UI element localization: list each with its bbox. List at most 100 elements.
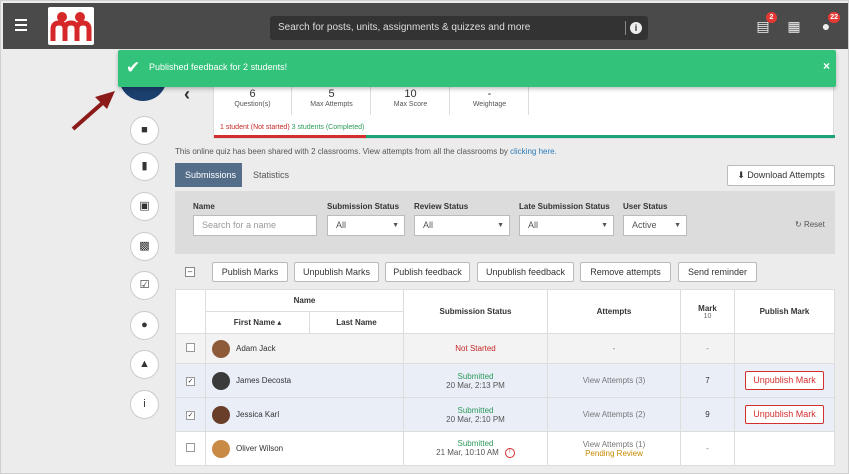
mark-header-label: Mark: [698, 303, 717, 313]
select-all-checkbox[interactable]: –: [185, 267, 195, 277]
id-card-icon[interactable]: ▣: [130, 192, 159, 221]
info-circle-icon[interactable]: i: [130, 390, 159, 419]
notifications-icon[interactable]: ▤ 2: [755, 12, 777, 34]
mark-cell: 7: [680, 363, 735, 398]
close-icon[interactable]: ×: [823, 59, 830, 73]
chevron-down-icon: ▼: [392, 222, 399, 229]
annotation-arrow-icon: [71, 91, 115, 131]
unpublish-mark-button[interactable]: Unpublish Mark: [745, 371, 824, 390]
menu-icon[interactable]: [15, 19, 27, 31]
user-status-select[interactable]: Active ▼: [623, 215, 687, 236]
student-name[interactable]: Adam Jack: [236, 344, 276, 353]
publish-feedback-button[interactable]: Publish feedback: [385, 262, 470, 282]
not-started-count[interactable]: 1 student (Not started): [220, 124, 290, 131]
review-status-label: Review Status: [414, 202, 469, 211]
status-cell: Submitted 21 Mar, 10:10 AM!: [403, 431, 548, 466]
search-divider: [625, 21, 626, 35]
app-logo[interactable]: [48, 7, 94, 45]
stat-label: Question(s): [234, 101, 271, 108]
bulk-actions-bar: – Publish Marks Unpublish Marks Publish …: [175, 257, 835, 287]
view-attempts-link[interactable]: View Attempts (3): [547, 363, 681, 398]
search-bar[interactable]: Search for posts, units, assignments & q…: [270, 16, 648, 40]
checkbox-icon[interactable]: ☑: [130, 271, 159, 300]
progress-note: 1 student (Not started) 3 students (Comp…: [220, 124, 364, 131]
publish-cell: Unpublish Mark: [734, 363, 835, 398]
view-attempts-link[interactable]: View Attempts (1): [548, 440, 680, 449]
bar-chart-icon[interactable]: ▩: [130, 232, 159, 261]
late-submission-value: All: [528, 220, 539, 230]
avatar: [212, 371, 230, 390]
late-submission-select[interactable]: All ▼: [519, 215, 614, 236]
calendar-icon[interactable]: ▦: [786, 18, 802, 34]
stat-value: 5: [328, 88, 335, 100]
comment-icon[interactable]: ■: [130, 116, 159, 145]
search-placeholder: Search for posts, units, assignments & q…: [278, 22, 531, 33]
row-checkbox[interactable]: [186, 343, 195, 352]
student-name[interactable]: James Decosta: [236, 376, 291, 385]
name-search-input[interactable]: Search for a name: [193, 215, 317, 236]
row-checkbox[interactable]: ✓: [186, 376, 195, 386]
first-name-header[interactable]: First Name ▴: [205, 311, 310, 334]
unpublish-feedback-button[interactable]: Unpublish feedback: [477, 262, 574, 282]
submission-status: Submitted: [457, 439, 494, 448]
row-checkbox-cell: ✓: [175, 363, 206, 398]
submission-status-header[interactable]: Submission Status: [403, 289, 548, 334]
progress-bar-not-started: [214, 135, 366, 138]
student-name[interactable]: Oliver Wilson: [236, 444, 283, 453]
shared-note-link[interactable]: clicking here.: [510, 147, 557, 156]
top-bar: Search for posts, units, assignments & q…: [3, 3, 848, 49]
tab-statistics[interactable]: Statistics: [243, 163, 299, 187]
unpublish-mark-button[interactable]: Unpublish Mark: [745, 405, 824, 424]
row-checkbox[interactable]: [186, 443, 195, 452]
publish-marks-button[interactable]: Publish Marks: [212, 262, 288, 282]
publish-mark-header: Publish Mark: [734, 289, 835, 334]
chevron-down-icon: ▼: [497, 222, 504, 229]
reset-button[interactable]: ↻ Reset: [795, 220, 825, 229]
shared-note-text: This online quiz has been shared with 2 …: [175, 147, 511, 156]
avatar: [212, 339, 230, 358]
app-frame: Search for posts, units, assignments & q…: [0, 0, 849, 474]
view-attempts-link[interactable]: View Attempts (2): [547, 397, 681, 432]
send-reminder-button[interactable]: Send reminder: [678, 262, 757, 282]
folder-icon[interactable]: ▮: [130, 152, 159, 181]
table-row: ✓ James Decosta Submitted 20 Mar, 2:13 P…: [175, 363, 835, 398]
stat-value: -: [487, 88, 492, 100]
globe-icon[interactable]: ● 22: [818, 12, 840, 34]
submission-date: 21 Mar, 10:10 AM: [436, 448, 499, 458]
info-icon[interactable]: i: [630, 22, 642, 34]
trophy-icon[interactable]: ▲: [130, 350, 159, 379]
student-name-cell: James Decosta: [205, 363, 404, 398]
name-filter-label: Name: [193, 202, 215, 211]
attempts-cell: -: [547, 333, 681, 364]
chevron-down-icon: ▼: [601, 222, 608, 229]
progress-bar: [214, 135, 835, 138]
row-checkbox-cell: ✓: [175, 397, 206, 432]
submission-status-select[interactable]: All ▼: [327, 215, 405, 236]
submission-status: Submitted: [457, 371, 494, 381]
remove-attempts-button[interactable]: Remove attempts: [580, 262, 671, 282]
user-status-label: User Status: [623, 202, 668, 211]
student-name-cell: Oliver Wilson: [205, 431, 404, 466]
attempts-header: Attempts: [547, 289, 681, 334]
last-name-header[interactable]: Last Name: [309, 311, 404, 334]
user-icon[interactable]: ●: [130, 311, 159, 340]
completed-count[interactable]: 3 students (Completed): [292, 124, 365, 131]
download-attempts-button[interactable]: ⬇ Download Attempts: [727, 165, 835, 186]
row-checkbox-cell: [175, 431, 206, 466]
status-cell: Not Started: [403, 333, 548, 364]
stat-value: 6: [249, 88, 256, 100]
mark-header[interactable]: Mark 10: [680, 289, 735, 334]
stat-label: Max Attempts: [310, 101, 353, 108]
review-status-value: All: [423, 220, 434, 230]
tab-submissions[interactable]: Submissions: [175, 163, 242, 187]
download-label: Download Attempts: [747, 170, 825, 180]
back-chevron-icon[interactable]: ‹: [184, 84, 190, 105]
stat-max-attempts: 5 Max Attempts: [293, 87, 371, 115]
unpublish-marks-button[interactable]: Unpublish Marks: [294, 262, 379, 282]
row-checkbox[interactable]: ✓: [186, 410, 195, 420]
student-name-cell: Adam Jack: [205, 333, 404, 364]
review-status-select[interactable]: All ▼: [414, 215, 510, 236]
table-row: Adam Jack Not Started - -: [175, 333, 835, 364]
student-name[interactable]: Jessica Karl: [236, 410, 279, 419]
notifications-badge: 2: [766, 12, 777, 23]
